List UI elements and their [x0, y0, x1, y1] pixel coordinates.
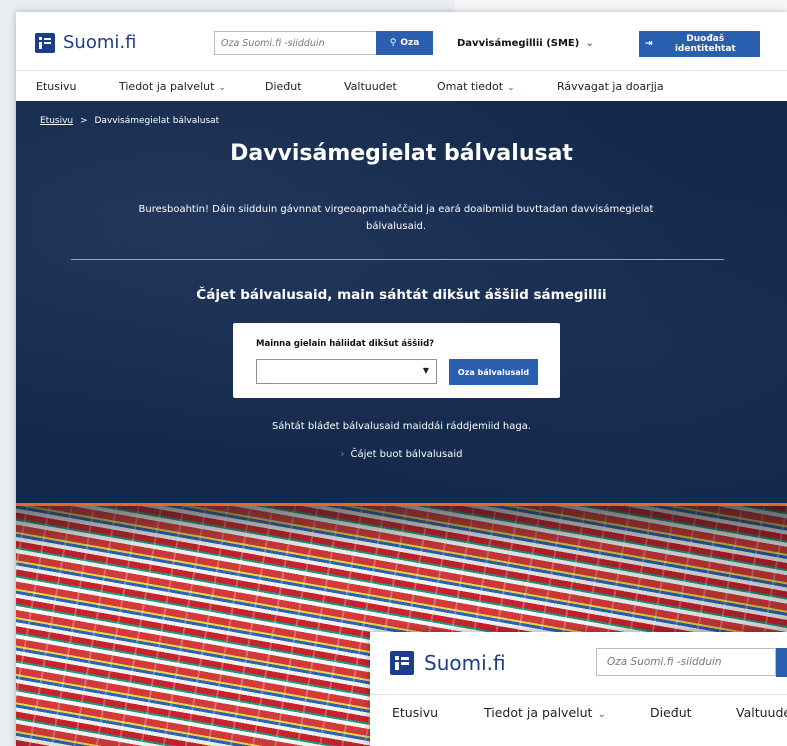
nav-item-tiedot-ja-palvelut[interactable]: Tiedot ja palvelut ⌄	[119, 80, 226, 93]
hint-text: Sáhtát bláđet bálvalusaid maiddái ráddje…	[271, 421, 532, 432]
language-label: Davvisámegillii (SME)	[457, 38, 580, 49]
main-navigation: Etusivu Tiedot ja palvelut ⌄ Dieđut Valtu…	[370, 694, 787, 731]
nav-item-valtuudet[interactable]: Valtuude	[736, 705, 787, 720]
nav-item-label: Omat tiedot	[437, 80, 504, 93]
chevron-down-icon: ⌄	[597, 709, 606, 720]
breadcrumb: Etusivu > Davvisámegielat bálvalusat	[40, 116, 219, 126]
search-bar: ⚲ Oza	[214, 31, 433, 55]
logo-text: Suomi.fi	[424, 651, 506, 675]
chevron-down-icon: ⌄	[507, 83, 515, 93]
divider	[71, 259, 724, 260]
section-subtitle: Čájet bálvalusaid, main sáhtát dikšut áš…	[196, 287, 607, 303]
nav-item-label: Etusivu	[36, 80, 77, 93]
suomi-fi-logo-icon	[35, 32, 55, 53]
zoomed-header-preview: Suomi.fi Oza Suomi.fi -siidduin Etusivu …	[370, 632, 787, 746]
breadcrumb-strip	[370, 730, 787, 746]
show-all-services-label: Čájet buot bálvalusaid	[350, 449, 463, 460]
page-title: Davvisámegielat bálvalusat	[230, 141, 573, 166]
nav-item-etusivu[interactable]: Etusivu	[392, 705, 438, 720]
search-input[interactable]	[214, 31, 376, 55]
nav-item-valtuudet[interactable]: Valtuudet	[344, 80, 397, 93]
language-select[interactable]: ▼	[256, 359, 437, 384]
show-all-services-link[interactable]: › Čájet buot bálvalusaid	[16, 449, 787, 460]
breadcrumb-current: Davvisámegielat bálvalusat	[94, 116, 220, 126]
nav-item-label: Dieđut	[650, 705, 692, 720]
nav-item-label: Valtuude	[736, 705, 787, 720]
background-panel	[455, 0, 787, 12]
chevron-right-icon: ›	[340, 449, 345, 460]
search-button[interactable]	[776, 648, 787, 677]
nav-item-label: Tiedot ja palvelut	[119, 80, 215, 93]
chevron-down-icon: ⌄	[585, 38, 594, 49]
search-icon: ⚲	[389, 38, 397, 48]
nav-item-dieđut[interactable]: Dieđut	[650, 705, 692, 720]
breadcrumb-separator: >	[80, 116, 88, 126]
nav-item-dieđut[interactable]: Dieđut	[265, 80, 302, 93]
language-selector[interactable]: Davvisámegillii (SME) ⌄	[457, 38, 594, 49]
login-button[interactable]: ⇥ Duođaš identitehtat	[639, 31, 760, 57]
nav-item-label: Dieđut	[265, 80, 302, 93]
nav-item-ravvagat-ja-doarjja[interactable]: Rávvagat ja doarjja	[557, 80, 664, 93]
search-input[interactable]: Oza Suomi.fi -siidduin	[596, 648, 776, 676]
login-icon: ⇥	[645, 39, 653, 49]
search-button-label: Oza	[400, 38, 420, 48]
breadcrumb-home-link[interactable]: Etusivu	[40, 116, 73, 126]
nav-item-label: Rávvagat ja doarjja	[557, 80, 664, 93]
nav-item-label: Tiedot ja palvelut	[484, 705, 593, 720]
nav-item-omat-tiedot[interactable]: Omat tiedot ⌄	[437, 80, 515, 93]
chevron-down-icon: ⌄	[218, 83, 226, 93]
search-button[interactable]: ⚲ Oza	[376, 31, 433, 55]
search-services-button[interactable]: Oza bálvalusaid	[449, 359, 538, 385]
nav-item-label: Valtuudet	[344, 80, 397, 93]
language-filter-box: Mainna gielain háliidat dikšut áššiid? ▼…	[233, 323, 560, 398]
suomi-fi-logo-icon	[390, 651, 414, 675]
site-header: Suomi.fi ⚲ Oza Davvisámegillii (SME) ⌄ ⇥…	[16, 12, 787, 70]
suomi-fi-logo[interactable]: Suomi.fi	[390, 651, 506, 675]
intro-text: Buresboahtin! Dáin siidduin gávnnat virg…	[138, 204, 654, 232]
hero-section: Etusivu > Davvisámegielat bálvalusat Dav…	[16, 101, 787, 503]
dropdown-arrow-icon: ▼	[422, 366, 429, 375]
logo-text: Suomi.fi	[63, 32, 137, 53]
language-select-label: Mainna gielain háliidat dikšut áššiid?	[256, 339, 435, 349]
suomi-fi-logo[interactable]: Suomi.fi	[35, 32, 136, 53]
main-navigation: Etusivu Tiedot ja palvelut ⌄ Dieđut Valtu…	[16, 70, 787, 102]
login-button-label: Duođaš identitehtat	[674, 34, 736, 54]
nav-item-label: Etusivu	[392, 705, 439, 720]
nav-item-etusivu[interactable]: Etusivu	[36, 80, 77, 93]
nav-item-tiedot-ja-palvelut[interactable]: Tiedot ja palvelut ⌄	[484, 705, 606, 720]
